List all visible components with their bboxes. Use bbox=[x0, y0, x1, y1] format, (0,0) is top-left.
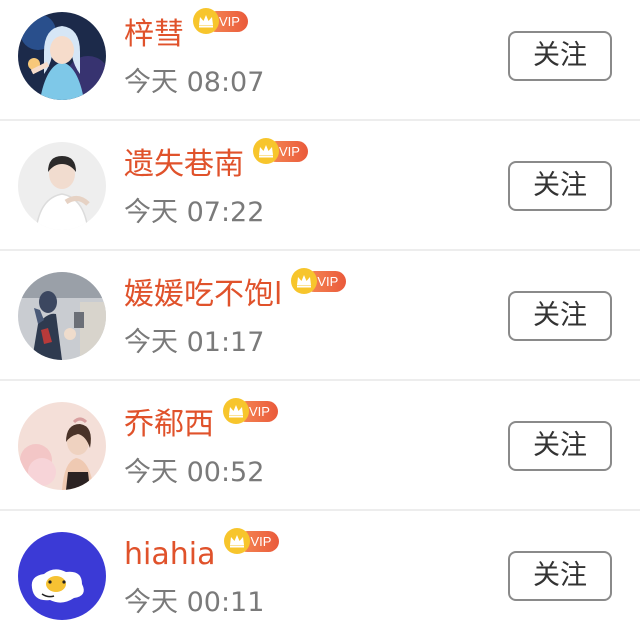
list-item[interactable]: hiahia VIP 今天 00:11 关注 bbox=[0, 511, 640, 620]
vip-badge: VIP bbox=[290, 267, 348, 295]
list-item[interactable]: 媛媛吃不饱l VIP 今天 01:17 关注 bbox=[0, 251, 640, 381]
user-name[interactable]: 梓彗 bbox=[124, 15, 184, 55]
user-name[interactable]: 遗失巷南 bbox=[124, 145, 244, 185]
user-name[interactable]: 乔郗西 bbox=[124, 405, 214, 445]
vip-badge: VIP bbox=[192, 7, 250, 35]
list-item[interactable]: 乔郗西 VIP 今天 00:52 关注 bbox=[0, 381, 640, 511]
vip-label: VIP bbox=[250, 534, 272, 549]
follow-time: 今天 08:07 bbox=[124, 67, 265, 98]
vip-label: VIP bbox=[279, 144, 300, 159]
follow-time: 今天 00:11 bbox=[124, 587, 265, 618]
user-name[interactable]: hiahia bbox=[124, 535, 215, 575]
follow-button[interactable]: 关注 bbox=[508, 421, 612, 471]
anime-girl-avatar[interactable] bbox=[18, 12, 106, 100]
boy-portrait-avatar[interactable] bbox=[18, 142, 106, 230]
follow-button[interactable]: 关注 bbox=[508, 161, 612, 211]
list-item[interactable]: 梓彗 VIP 今天 08:07 关注 bbox=[0, 0, 640, 121]
girl-photo-avatar[interactable] bbox=[18, 402, 106, 490]
vip-label: VIP bbox=[249, 404, 270, 419]
follow-button[interactable]: 关注 bbox=[508, 291, 612, 341]
follow-button[interactable]: 关注 bbox=[508, 551, 612, 601]
crown-icon bbox=[193, 8, 219, 34]
vip-badge: VIP bbox=[252, 137, 310, 165]
vip-label: VIP bbox=[317, 274, 339, 289]
vip-badge: VIP bbox=[222, 397, 280, 425]
user-list: 梓彗 VIP 今天 08:07 关注 遗失巷南 VIP 今天 07:22 关注 … bbox=[0, 0, 640, 620]
vip-badge: VIP bbox=[223, 527, 281, 555]
follow-time: 今天 01:17 bbox=[124, 327, 265, 358]
list-item[interactable]: 遗失巷南 VIP 今天 07:22 关注 bbox=[0, 121, 640, 251]
crown-icon bbox=[253, 138, 279, 164]
ultraman-figure-avatar[interactable] bbox=[18, 272, 106, 360]
follow-time: 今天 00:52 bbox=[124, 457, 265, 488]
user-name[interactable]: 媛媛吃不饱l bbox=[124, 275, 282, 315]
crown-icon bbox=[291, 268, 318, 294]
crown-icon bbox=[223, 398, 249, 424]
fried-egg-avatar[interactable] bbox=[18, 532, 106, 620]
follow-time: 今天 07:22 bbox=[124, 197, 265, 228]
vip-label: VIP bbox=[219, 14, 240, 29]
follow-button[interactable]: 关注 bbox=[508, 31, 612, 81]
crown-icon bbox=[224, 528, 251, 554]
